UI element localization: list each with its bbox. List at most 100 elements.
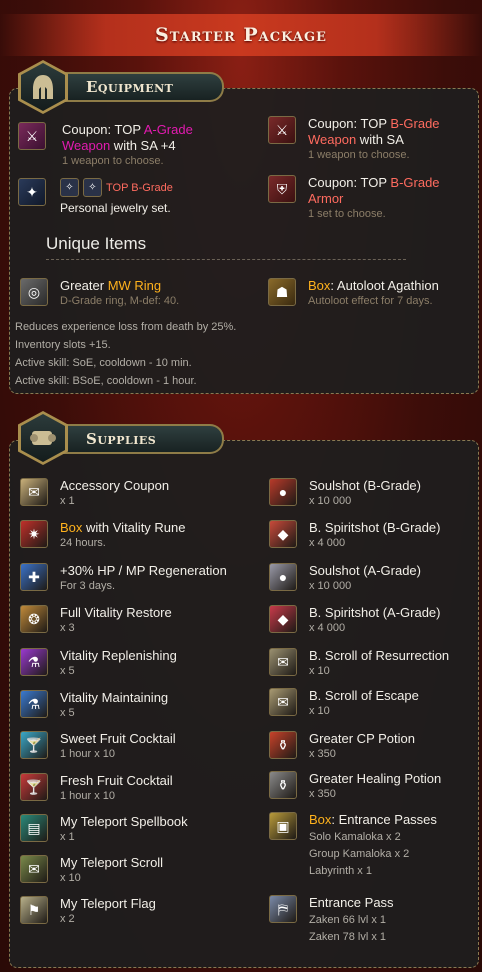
- ring-icon: ◎: [20, 278, 48, 306]
- supply-item-detail: Solo Kamaloka x 2: [309, 831, 401, 843]
- weapon-coupon-icon: ⚔: [18, 122, 46, 150]
- supplies-heading: Supplies: [56, 424, 224, 454]
- coupon-icon: ✉: [20, 478, 48, 506]
- supply-item-name: Vitality Replenishing: [60, 648, 177, 663]
- supply-item-quantity: x 10 000: [309, 580, 352, 592]
- supply-item-detail: Group Kamaloka x 2: [309, 848, 410, 860]
- supply-item-name: Soulshot (A-Grade): [309, 563, 421, 578]
- ring-description: Reduces experience loss from death by 25…: [15, 321, 237, 387]
- supply-item[interactable]: ▤ My Teleport Spellbook x 1: [20, 814, 188, 845]
- equip-item-b-weapon[interactable]: ⚔ Coupon: TOP B-Grade Weapon with SA 1 w…: [268, 116, 440, 163]
- divider: [46, 259, 406, 260]
- title-banner: Starter Package: [0, 14, 482, 56]
- potion-blue-icon: ⚗: [20, 690, 48, 718]
- supply-item-name: Vitality Maintaining: [60, 690, 169, 705]
- supply-item-quantity: x 3: [60, 622, 75, 634]
- supply-item-name: Accessory Coupon: [60, 478, 170, 493]
- supply-item-name: My Teleport Flag: [60, 896, 156, 911]
- supply-item-quantity: For 3 days.: [60, 580, 116, 592]
- supply-item[interactable]: ⚗ Vitality Replenishing x 5: [20, 648, 177, 679]
- supply-item[interactable]: 🍸 Sweet Fruit Cocktail 1 hour x 10: [20, 731, 176, 762]
- scroll-resurrection-icon: ✉: [269, 648, 297, 676]
- supply-item-quantity: x 10: [309, 665, 330, 677]
- equip-item-jewelry[interactable]: ✦ ✧ ✧ TOP B-Grade Personal jewelry set.: [18, 178, 173, 215]
- rune-icon: ✷: [20, 520, 48, 548]
- supply-item[interactable]: ⚱ Greater CP Potion x 350: [269, 731, 415, 762]
- spellbook-icon: ▤: [20, 814, 48, 842]
- supply-item-name: Box with Vitality Rune: [60, 520, 186, 535]
- supply-item-name: My Teleport Scroll: [60, 855, 164, 870]
- page-title: Starter Package: [155, 24, 327, 46]
- supply-item-name: Fresh Fruit Cocktail: [60, 773, 173, 788]
- flag-icon: ⚑: [20, 896, 48, 924]
- supply-item[interactable]: ⚑ My Teleport Flag x 2: [20, 896, 156, 927]
- unique-items-title: Unique Items: [46, 234, 147, 253]
- supply-item-name: +30% HP / MP Regeneration: [60, 563, 227, 578]
- supply-item[interactable]: ✉ B. Scroll of Resurrection x 10: [269, 648, 449, 679]
- healing-potion-icon: ⚱: [269, 771, 297, 799]
- supply-item[interactable]: ◆ B. Spiritshot (A-Grade) x 4 000: [269, 605, 441, 636]
- supply-item-name: Sweet Fruit Cocktail: [60, 731, 176, 746]
- supply-item[interactable]: ✷ Box with Vitality Rune 24 hours.: [20, 520, 186, 551]
- supply-item-quantity: x 1: [60, 831, 75, 843]
- supply-item[interactable]: ❂ Full Vitality Restore x 3: [20, 605, 172, 636]
- supply-item-detail: Labyrinth x 1: [309, 865, 372, 877]
- supply-item-name: B. Scroll of Resurrection: [309, 648, 450, 663]
- supply-item[interactable]: ✉ My Teleport Scroll x 10: [20, 855, 163, 886]
- supply-item[interactable]: ▣ Box: Entrance Passes Solo Kamaloka x 2 Gr…: [269, 812, 437, 879]
- supply-item[interactable]: ✉ Accessory Coupon x 1: [20, 478, 169, 509]
- spiritshot-icon: ◆: [269, 520, 297, 548]
- supply-item[interactable]: ⚗ Vitality Maintaining x 5: [20, 690, 168, 721]
- supply-item-quantity: x 5: [60, 707, 75, 719]
- cocktail-icon: 🍸: [20, 731, 48, 759]
- restore-icon: ❂: [20, 605, 48, 633]
- supply-item[interactable]: ● Soulshot (B-Grade) x 10 000: [269, 478, 421, 509]
- supply-item[interactable]: ◆ B. Spiritshot (B-Grade) x 4 000: [269, 520, 441, 551]
- supply-item[interactable]: ✚ +30% HP / MP Regeneration For 3 days.: [20, 563, 227, 594]
- soulshot-icon: ●: [269, 478, 297, 506]
- supply-item-quantity: x 350: [309, 788, 336, 800]
- spiritshot-icon: ◆: [269, 605, 297, 633]
- unique-item-mw-ring[interactable]: ◎ Greater MW Ring D-Grade ring, M-def: 4…: [20, 278, 179, 309]
- supply-item-name: Entrance Pass: [309, 895, 394, 910]
- supply-item-name: B. Spiritshot (B-Grade): [309, 520, 441, 535]
- supply-item-quantity: 24 hours.: [60, 537, 106, 549]
- supply-item-name: B. Spiritshot (A-Grade): [309, 605, 441, 620]
- supply-item-detail: Zaken 78 lvl x 1: [309, 931, 387, 943]
- supply-item-name: Greater CP Potion: [309, 731, 415, 746]
- supply-item[interactable]: ⚱ Greater Healing Potion x 350: [269, 771, 441, 802]
- agathion-icon: ☗: [268, 278, 296, 306]
- supply-item-quantity: x 350: [309, 748, 336, 760]
- supply-item[interactable]: 🍸 Fresh Fruit Cocktail 1 hour x 10: [20, 773, 173, 804]
- supply-item-quantity: x 1: [60, 495, 75, 507]
- supply-item-name: B. Scroll of Escape: [309, 688, 419, 703]
- supply-item[interactable]: ✉ B. Scroll of Escape x 10: [269, 688, 419, 719]
- supply-item-quantity: x 4 000: [309, 622, 346, 634]
- supply-item[interactable]: ● Soulshot (A-Grade) x 10 000: [269, 563, 421, 594]
- ring-icon: ✧: [83, 178, 102, 197]
- equip-item-a-weapon[interactable]: ⚔ Coupon: TOP A-Grade Weapon with SA +4 …: [18, 122, 193, 169]
- supply-item-name: Greater Healing Potion: [309, 771, 442, 786]
- cp-potion-icon: ⚱: [269, 731, 297, 759]
- regen-icon: ✚: [20, 563, 48, 591]
- scroll-icon: [30, 431, 56, 445]
- armor-coupon-icon: ⛨: [268, 175, 296, 203]
- unique-item-agathion[interactable]: ☗ Box: Autoloot Agathion Autoloot effect…: [268, 278, 439, 309]
- supply-item-quantity: x 10 000: [309, 495, 352, 507]
- earring-icon: ✧: [60, 178, 79, 197]
- jewelry-necklace-icon: ✦: [18, 178, 46, 206]
- entrance-pass-icon: ⛿: [269, 895, 297, 923]
- scroll-escape-icon: ✉: [269, 688, 297, 716]
- supply-item-detail: Zaken 66 lvl x 1: [309, 914, 387, 926]
- supply-item-quantity: x 2: [60, 913, 75, 925]
- helmet-icon: [33, 75, 53, 99]
- equipment-heading: Equipment: [56, 72, 224, 102]
- supply-item[interactable]: ⛿ Entrance Pass Zaken 66 lvl x 1 Zaken 78 l…: [269, 895, 394, 945]
- soulshot-icon: ●: [269, 563, 297, 591]
- supply-item-quantity: x 4 000: [309, 537, 346, 549]
- supply-item-quantity: x 10: [60, 872, 81, 884]
- cocktail-red-icon: 🍸: [20, 773, 48, 801]
- equip-item-b-armor[interactable]: ⛨ Coupon: TOP B-Grade Armor 1 set to cho…: [268, 175, 440, 222]
- scroll-icon: ✉: [20, 855, 48, 883]
- potion-purple-icon: ⚗: [20, 648, 48, 676]
